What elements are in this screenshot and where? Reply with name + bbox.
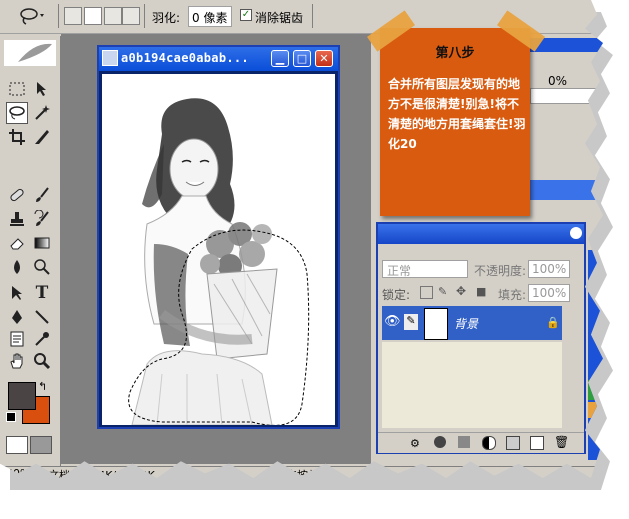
layer-thumbnail <box>424 308 448 340</box>
instruction-note: 第八步 合并所有图层发现有的地方不是很清楚!别急!将不清楚的地方用套绳套住!羽化… <box>366 10 546 216</box>
notes-tool-icon[interactable] <box>6 328 28 350</box>
minimize-button[interactable]: ▁ <box>271 50 289 67</box>
pen-tool-icon[interactable] <box>6 306 28 328</box>
layer-row-background[interactable]: 👁 ✎ 背景 🔒 <box>382 306 562 340</box>
panel-menu-icon[interactable] <box>570 227 582 239</box>
document-title: a0b194cae0abab... <box>121 51 249 65</box>
layers-panel: 正常 不透明度: 100% 锁定: ✎ ✥ ■ 填充: 100% 👁 ✎ 背景 … <box>376 222 586 454</box>
line-tool-icon[interactable] <box>31 306 53 328</box>
blur-tool-icon[interactable] <box>6 256 28 278</box>
antialias-checkbox[interactable]: ✓ <box>240 9 252 21</box>
layers-list-empty <box>382 342 562 428</box>
subtract-selection-button[interactable] <box>104 7 122 25</box>
blend-mode-select[interactable]: 正常 <box>382 260 468 278</box>
lock-label: 锁定: <box>382 288 411 302</box>
hand-tool-icon[interactable] <box>6 350 28 372</box>
lock-paint-icon[interactable]: ✎ <box>438 285 447 298</box>
lock-all-icon[interactable]: ■ <box>476 285 486 298</box>
standard-mode-icon[interactable] <box>6 436 28 454</box>
panel-percent: 0% <box>548 74 568 88</box>
lock-transparency-icon[interactable] <box>420 286 433 299</box>
gradient-tool-icon[interactable] <box>31 232 53 254</box>
note-body: 合并所有图层发现有的地方不是很清楚!别急!将不清楚的地方用套绳套住!羽化20 <box>388 77 526 151</box>
healing-brush-icon[interactable] <box>6 184 28 206</box>
type-tool-icon[interactable]: T <box>31 282 53 304</box>
layer-name: 背景 <box>454 317 479 331</box>
eyedropper-icon[interactable] <box>31 328 53 350</box>
fill-label: 填充: <box>498 288 527 302</box>
toolbox-feather-logo <box>4 40 56 66</box>
link-layers-icon[interactable]: ⚙ <box>410 437 420 450</box>
brush-link-icon: ✎ <box>404 314 418 330</box>
new-group-icon[interactable] <box>506 436 520 450</box>
add-selection-button[interactable] <box>84 7 102 25</box>
new-layer-icon[interactable] <box>530 436 544 450</box>
opacity-label: 不透明度: <box>474 264 527 278</box>
intersect-selection-button[interactable] <box>122 7 140 25</box>
swap-colors-icon[interactable]: ↰ <box>38 380 47 393</box>
delete-layer-icon[interactable]: 🗑 <box>554 435 569 449</box>
fill-input[interactable]: 100% <box>528 284 570 302</box>
eraser-tool-icon[interactable] <box>6 232 28 254</box>
layers-panel-footer: ⚙ 🗑 <box>378 432 584 453</box>
visibility-eye-icon[interactable]: 👁 <box>384 314 401 329</box>
layer-style-icon[interactable] <box>434 436 446 448</box>
close-button[interactable]: ✕ <box>315 50 333 67</box>
feather-label: 羽化: <box>152 11 181 25</box>
feather-input[interactable]: 0 像素 <box>188 6 232 27</box>
sketch-photo <box>128 98 310 426</box>
move-tool-icon[interactable] <box>31 78 53 100</box>
lock-move-icon[interactable]: ✥ <box>456 284 466 298</box>
lasso-tool-icon[interactable] <box>6 102 28 124</box>
slice-tool-icon[interactable] <box>31 126 53 148</box>
new-selection-button[interactable] <box>64 7 82 25</box>
foreground-color-swatch[interactable] <box>8 382 36 410</box>
default-colors-icon[interactable] <box>6 412 16 422</box>
history-brush-icon[interactable] <box>31 208 53 230</box>
marquee-tool-icon[interactable] <box>6 78 28 100</box>
brush-tool-icon[interactable] <box>31 184 53 206</box>
dodge-tool-icon[interactable] <box>31 256 53 278</box>
opacity-input[interactable]: 100% <box>528 260 570 278</box>
document-icon <box>102 50 118 66</box>
quick-mask-icon[interactable] <box>30 436 52 454</box>
path-select-icon[interactable] <box>6 282 28 304</box>
adjustment-layer-icon[interactable] <box>482 436 496 450</box>
document-titlebar[interactable]: a0b194cae0abab... ▁ □ ✕ <box>99 47 338 71</box>
zoom-tool-icon[interactable] <box>31 350 53 372</box>
image-canvas[interactable] <box>102 74 335 426</box>
magic-wand-icon[interactable] <box>31 102 53 124</box>
antialias-label: 消除锯齿 <box>255 11 304 25</box>
toolbox: T ↰ <box>0 36 61 466</box>
crop-tool-icon[interactable] <box>6 126 28 148</box>
layer-mask-icon[interactable] <box>458 436 470 448</box>
document-window: a0b194cae0abab... ▁ □ ✕ <box>97 45 340 429</box>
layers-panel-tabs[interactable] <box>378 224 584 244</box>
stamp-tool-icon[interactable] <box>6 208 28 230</box>
lasso-preset-icon[interactable] <box>18 6 46 29</box>
layer-lock-icon: 🔒 <box>546 316 560 329</box>
note-title: 第八步 <box>435 46 475 61</box>
maximize-button[interactable]: □ <box>293 50 311 67</box>
